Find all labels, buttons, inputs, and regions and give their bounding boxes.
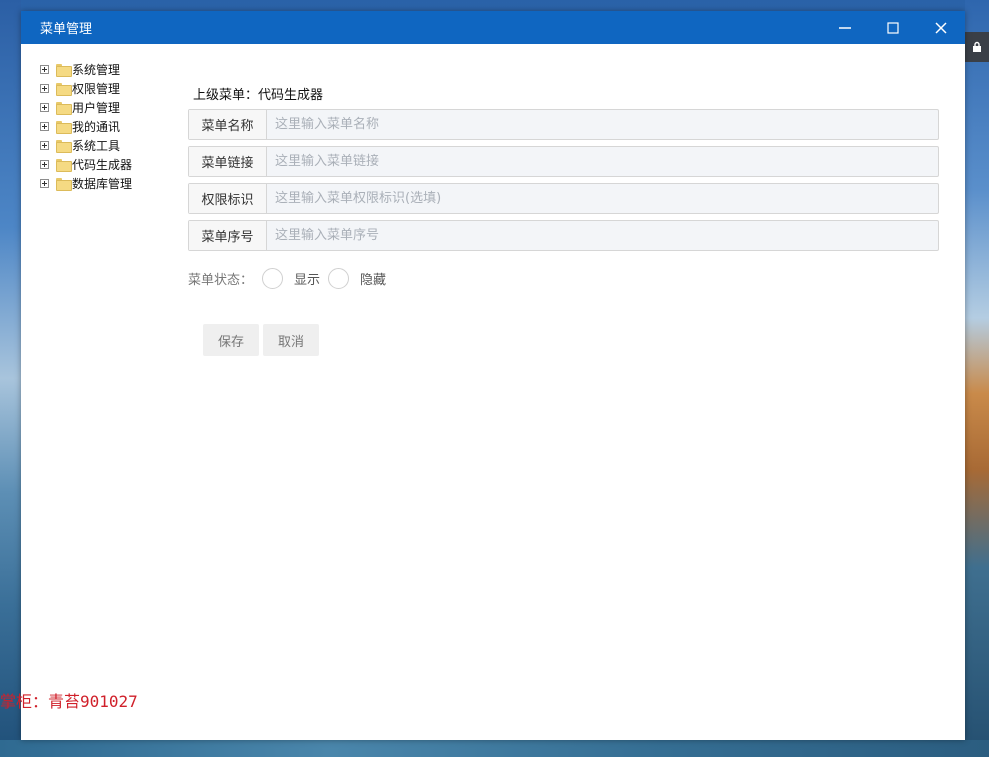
folder-icon bbox=[56, 64, 72, 77]
tree-item-label: 我的通讯 bbox=[72, 120, 121, 134]
expand-plus-icon[interactable] bbox=[40, 160, 49, 169]
menu-link-input[interactable] bbox=[267, 147, 938, 176]
tree-item-label: 用户管理 bbox=[72, 101, 121, 115]
menu-management-window: 菜单管理 系统管理 权限管理 用户管理 我的通讯 系统工具 代码生成器 数据库管… bbox=[0, 11, 965, 740]
permission-id-input[interactable] bbox=[267, 184, 938, 213]
window-content: 系统管理 权限管理 用户管理 我的通讯 系统工具 代码生成器 数据库管理 上级菜… bbox=[0, 44, 965, 740]
folder-icon bbox=[56, 178, 72, 191]
status-hide-radio[interactable] bbox=[328, 267, 350, 289]
menu-link-field: 菜单链接 bbox=[188, 146, 939, 177]
tree-item-label: 系统管理 bbox=[72, 63, 121, 77]
menu-order-label: 菜单序号 bbox=[189, 221, 267, 250]
tree-item-label: 系统工具 bbox=[72, 139, 121, 153]
folder-icon bbox=[56, 140, 72, 153]
tree-item[interactable]: 代码生成器 bbox=[40, 155, 180, 174]
permission-id-field: 权限标识 bbox=[188, 183, 939, 214]
cancel-button[interactable]: 取消 bbox=[263, 324, 319, 356]
menu-link-label: 菜单链接 bbox=[189, 147, 267, 176]
expand-plus-icon[interactable] bbox=[40, 179, 49, 188]
tree-item[interactable]: 系统管理 bbox=[40, 60, 180, 79]
expand-plus-icon[interactable] bbox=[40, 141, 49, 150]
expand-plus-icon[interactable] bbox=[40, 65, 49, 74]
desktop-background-right bbox=[965, 0, 989, 757]
expand-plus-icon[interactable] bbox=[40, 84, 49, 93]
save-button[interactable]: 保存 bbox=[203, 324, 259, 356]
menu-name-field: 菜单名称 bbox=[188, 109, 939, 140]
status-show-label[interactable]: 显示 bbox=[294, 269, 320, 288]
expand-plus-icon[interactable] bbox=[40, 103, 49, 112]
folder-icon bbox=[56, 102, 72, 115]
tree-item-label: 代码生成器 bbox=[72, 158, 133, 172]
tree-item-label: 权限管理 bbox=[72, 82, 121, 96]
watermark-text: 掌柜：青苔901027 bbox=[0, 692, 138, 711]
lock-icon[interactable] bbox=[965, 32, 989, 62]
tree-item[interactable]: 系统工具 bbox=[40, 136, 180, 155]
tree-item[interactable]: 权限管理 bbox=[40, 79, 180, 98]
tree-item-label: 数据库管理 bbox=[72, 177, 133, 191]
status-show-radio[interactable] bbox=[262, 267, 284, 289]
parent-menu-label: 上级菜单：代码生成器 bbox=[193, 88, 324, 103]
tree-item[interactable]: 我的通讯 bbox=[40, 117, 180, 136]
window-titlebar[interactable]: 菜单管理 bbox=[21, 11, 965, 44]
close-button[interactable] bbox=[917, 11, 965, 44]
menu-status-label: 菜单状态： bbox=[188, 272, 254, 288]
folder-icon bbox=[56, 121, 72, 134]
tree-item[interactable]: 数据库管理 bbox=[40, 174, 180, 193]
menu-name-input[interactable] bbox=[267, 110, 938, 139]
folder-icon bbox=[56, 83, 72, 96]
desktop-background-bottom bbox=[0, 740, 989, 757]
menu-name-label: 菜单名称 bbox=[189, 110, 267, 139]
menu-status-row: 菜单状态： 显示 隐藏 bbox=[188, 267, 388, 289]
tree-item[interactable]: 用户管理 bbox=[40, 98, 180, 117]
window-title: 菜单管理 bbox=[40, 22, 93, 37]
maximize-button[interactable] bbox=[869, 11, 917, 44]
desktop-background-left bbox=[0, 0, 21, 757]
expand-plus-icon[interactable] bbox=[40, 122, 49, 131]
menu-order-input[interactable] bbox=[267, 221, 938, 250]
permission-id-label: 权限标识 bbox=[189, 184, 267, 213]
status-hide-label[interactable]: 隐藏 bbox=[360, 269, 386, 288]
minimize-button[interactable] bbox=[821, 11, 869, 44]
folder-icon bbox=[56, 159, 72, 172]
menu-tree: 系统管理 权限管理 用户管理 我的通讯 系统工具 代码生成器 数据库管理 bbox=[40, 60, 180, 193]
menu-order-field: 菜单序号 bbox=[188, 220, 939, 251]
